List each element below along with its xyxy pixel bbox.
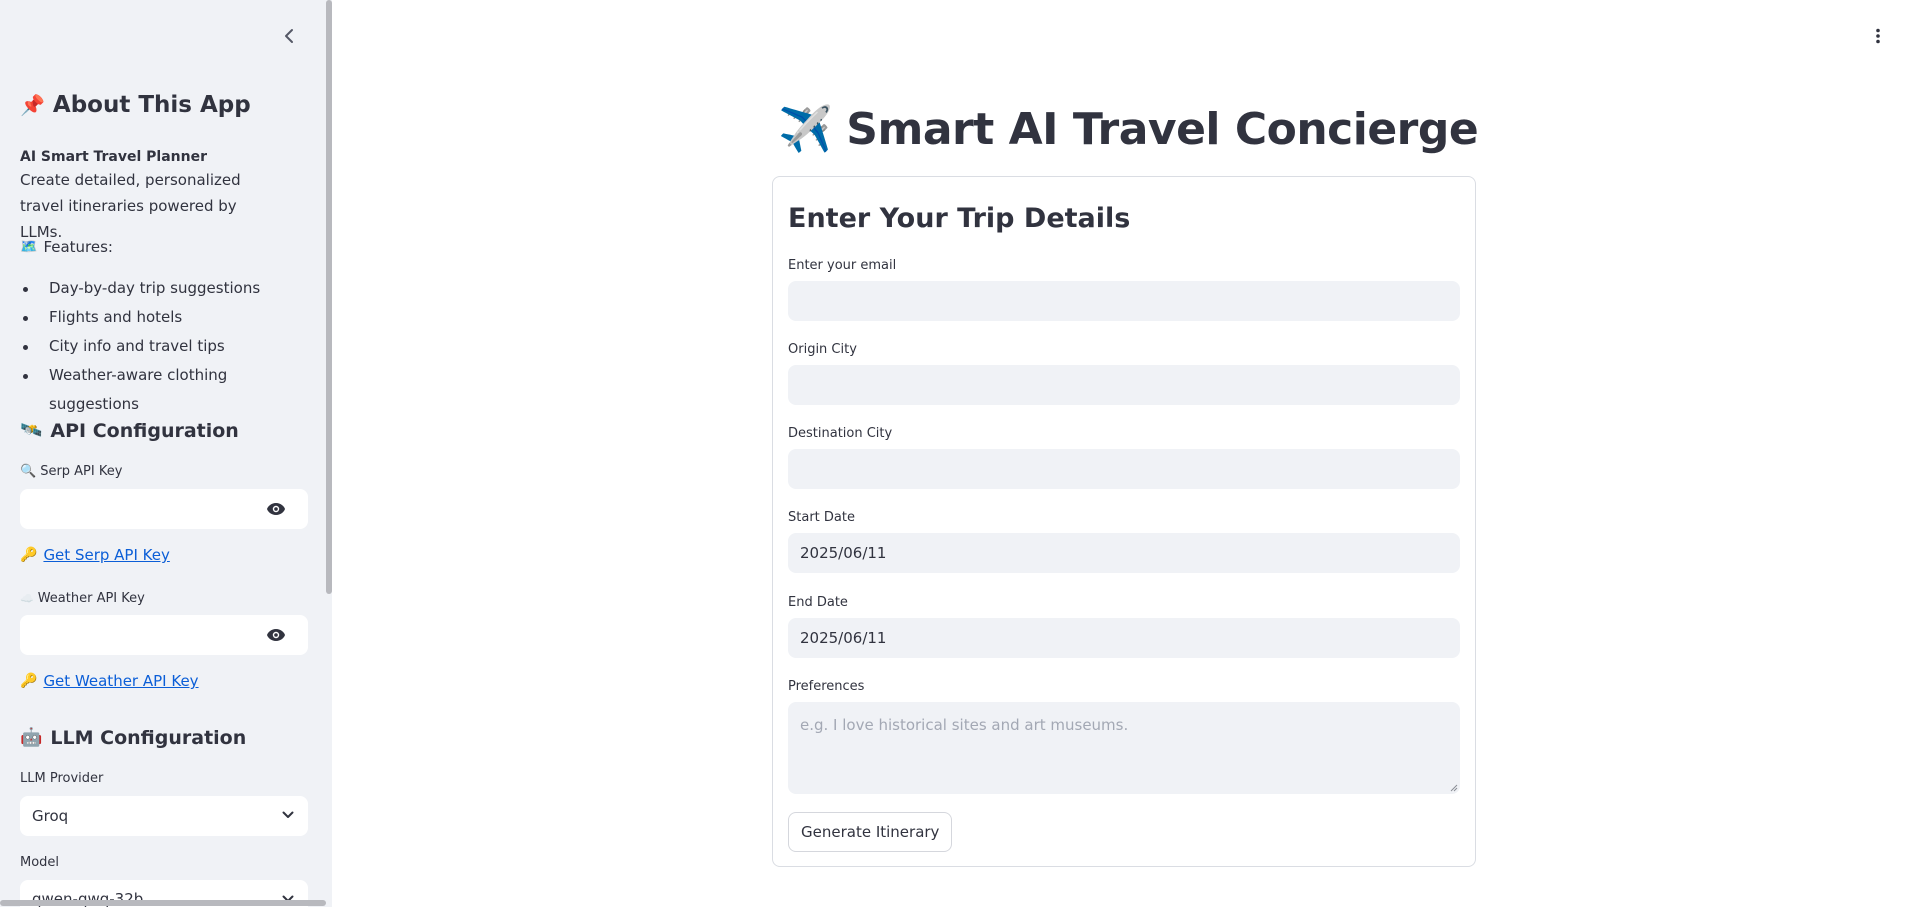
features-label: Features: <box>43 238 113 256</box>
about-heading: 📌 About This App <box>20 92 251 118</box>
eye-icon[interactable] <box>266 628 286 642</box>
robot-icon: 🤖 <box>20 727 43 748</box>
satellite-icon: 🛰️ <box>20 420 43 441</box>
generate-itinerary-button[interactable]: Generate Itinerary <box>788 812 953 852</box>
list-item: Day-by-day trip suggestions <box>20 274 308 303</box>
start-date-label: Start Date <box>788 510 855 525</box>
page-title: ✈️ Smart AI Travel Concierge <box>778 103 1479 155</box>
end-date-field[interactable]: 2025/06/11 <box>788 618 1460 658</box>
llm-provider-select[interactable]: Groq <box>20 796 308 836</box>
email-label: Enter your email <box>788 258 897 273</box>
more-vertical-icon <box>1876 28 1880 44</box>
collapse-sidebar-button[interactable] <box>278 24 300 48</box>
sidebar: 📌 About This App AI Smart Travel Planner… <box>0 0 332 907</box>
map-icon: 🗺️ <box>20 239 38 255</box>
list-item: Flights and hotels <box>20 303 308 332</box>
form-heading: Enter Your Trip Details <box>788 203 1131 234</box>
features-label-row: 🗺️ Features: <box>20 234 113 260</box>
magnifier-icon: 🔍 <box>20 464 37 479</box>
origin-city-label: Origin City <box>788 342 857 357</box>
origin-city-field[interactable] <box>788 365 1460 405</box>
llm-config-heading: 🤖 LLM Configuration <box>20 727 246 749</box>
weather-api-key-label-text: Weather API Key <box>37 591 145 606</box>
main-menu-button[interactable] <box>1866 24 1890 48</box>
serp-link-row: 🔑 Get Serp API Key <box>20 546 170 564</box>
start-date-field[interactable]: 2025/06/11 <box>788 533 1460 573</box>
api-config-heading: 🛰️ API Configuration <box>20 420 239 442</box>
preferences-label: Preferences <box>788 679 865 694</box>
get-weather-api-key-link[interactable]: Get Weather API Key <box>43 672 198 690</box>
llm-provider-value: Groq <box>32 807 69 825</box>
resize-handle-icon[interactable] <box>1448 782 1458 792</box>
weather-api-key-label: ☁️ Weather API Key <box>20 591 145 606</box>
end-date-label: End Date <box>788 595 848 610</box>
list-item: Weather-aware clothing suggestions <box>20 361 308 413</box>
chevron-left-icon <box>285 29 293 43</box>
preferences-textarea[interactable]: e.g. I love historical sites and art mus… <box>788 702 1460 794</box>
cloud-icon: ☁️ <box>20 592 34 605</box>
list-item: City info and travel tips <box>20 332 308 361</box>
airplane-icon: ✈️ <box>778 103 833 155</box>
llm-provider-label: LLM Provider <box>20 771 104 786</box>
sidebar-horizontal-scrollbar[interactable] <box>0 900 326 906</box>
features-list: Day-by-day trip suggestions Flights and … <box>20 274 308 413</box>
model-label: Model <box>20 855 60 870</box>
about-heading-text: About This App <box>52 92 251 118</box>
serp-api-key-label: 🔍 Serp API Key <box>20 464 122 479</box>
key-icon: 🔑 <box>20 673 38 689</box>
weather-api-key-input[interactable] <box>20 615 308 655</box>
key-icon: 🔑 <box>20 547 38 563</box>
page-title-text: Smart AI Travel Concierge <box>846 104 1479 155</box>
serp-api-key-label-text: Serp API Key <box>40 464 123 479</box>
llm-config-heading-text: LLM Configuration <box>50 727 247 749</box>
preferences-placeholder: e.g. I love historical sites and art mus… <box>800 716 1129 734</box>
weather-link-row: 🔑 Get Weather API Key <box>20 672 199 690</box>
serp-api-key-input[interactable] <box>20 489 308 529</box>
destination-city-label: Destination City <box>788 426 893 441</box>
api-config-heading-text: API Configuration <box>50 420 239 442</box>
trip-details-form: Enter Your Trip Details Enter your email… <box>772 176 1476 867</box>
sidebar-vertical-scrollbar[interactable] <box>326 0 332 594</box>
get-serp-api-key-link[interactable]: Get Serp API Key <box>43 546 169 564</box>
eye-icon[interactable] <box>266 502 286 516</box>
email-field[interactable] <box>788 281 1460 321</box>
destination-city-field[interactable] <box>788 449 1460 489</box>
pushpin-icon: 📌 <box>20 93 45 117</box>
chevron-down-icon <box>282 811 294 818</box>
